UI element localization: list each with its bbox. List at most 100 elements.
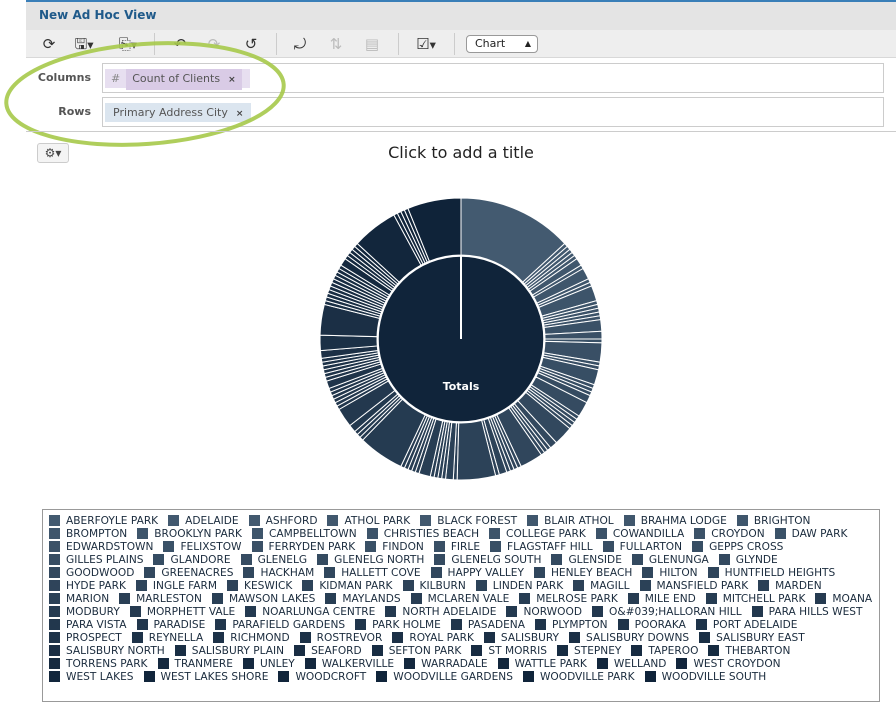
legend-item[interactable]: SALISBURY DOWNS xyxy=(569,631,689,644)
legend-item[interactable]: SALISBURY xyxy=(483,631,559,644)
legend-item[interactable]: BROMPTON xyxy=(49,527,127,540)
legend-item[interactable]: WELLAND xyxy=(596,657,666,670)
legend-item[interactable]: PORT ADELAIDE xyxy=(695,618,798,631)
legend-item[interactable]: ATHOL PARK xyxy=(327,514,410,527)
legend-item[interactable]: MAYLANDS xyxy=(325,592,401,605)
legend-item[interactable]: WEST LAKES SHORE xyxy=(143,670,268,683)
legend-item[interactable]: SEAFORD xyxy=(294,644,362,657)
legend-item[interactable]: FULLARTON xyxy=(602,540,682,553)
legend-item[interactable]: HYDE PARK xyxy=(49,579,126,592)
legend-item[interactable]: TORRENS PARK xyxy=(49,657,148,670)
legend-item[interactable]: WOODVILLE PARK xyxy=(522,670,635,683)
legend-item[interactable]: STEPNEY xyxy=(557,644,621,657)
legend-item[interactable]: GLENUNGA xyxy=(631,553,709,566)
legend-item[interactable]: HAPPY VALLEY xyxy=(430,566,524,579)
legend-item[interactable]: PLYMPTON xyxy=(534,618,608,631)
legend-item[interactable]: GILLES PLAINS xyxy=(49,553,143,566)
legend-item[interactable]: SALISBURY NORTH xyxy=(49,644,165,657)
legend-item[interactable]: REYNELLA xyxy=(131,631,203,644)
legend-item[interactable]: GLENSIDE xyxy=(551,553,622,566)
legend-item[interactable]: NOARLUNGA CENTRE xyxy=(245,605,375,618)
legend-item[interactable]: MORPHETT VALE xyxy=(129,605,235,618)
legend-item[interactable]: TRANMERE xyxy=(157,657,233,670)
legend-item[interactable]: WOODVILLE SOUTH xyxy=(644,670,766,683)
legend-item[interactable]: KILBURN xyxy=(402,579,466,592)
legend-item[interactable]: HENLEY BEACH xyxy=(533,566,632,579)
legend-item[interactable]: GLANDORE xyxy=(153,553,231,566)
legend-item[interactable]: TAPEROO xyxy=(631,644,698,657)
legend-item[interactable]: GREENACRES xyxy=(144,566,233,579)
legend-item[interactable]: GLENELG SOUTH xyxy=(434,553,541,566)
legend-item[interactable]: MOANA xyxy=(815,592,872,605)
legend-item[interactable]: CROYDON xyxy=(694,527,765,540)
legend-item[interactable]: FIRLE xyxy=(433,540,480,553)
legend-item[interactable]: CHRISTIES BEACH xyxy=(366,527,479,540)
legend-item[interactable]: BRAHMA LODGE xyxy=(623,514,727,527)
legend-item[interactable]: GLENELG xyxy=(240,553,307,566)
legend-item[interactable]: FINDON xyxy=(365,540,424,553)
legend-item[interactable]: FLAGSTAFF HILL xyxy=(490,540,593,553)
legend-item[interactable]: PARA HILLS WEST xyxy=(751,605,862,618)
legend-item[interactable]: FELIXSTOW xyxy=(163,540,242,553)
legend-item[interactable]: MARDEN xyxy=(758,579,822,592)
legend-item[interactable]: UNLEY xyxy=(242,657,295,670)
legend-item[interactable]: PARK HOLME xyxy=(355,618,441,631)
legend-item[interactable]: GOODWOOD xyxy=(49,566,134,579)
legend-item[interactable]: PASADENA xyxy=(450,618,525,631)
legend-item[interactable]: CAMPBELLTOWN xyxy=(252,527,357,540)
legend-item[interactable]: MAWSON LAKES xyxy=(211,592,315,605)
legend-item[interactable]: GLENELG NORTH xyxy=(317,553,424,566)
legend-item[interactable]: KIDMAN PARK xyxy=(302,579,393,592)
legend-item[interactable]: SALISBURY PLAIN xyxy=(174,644,284,657)
legend-item[interactable]: MODBURY xyxy=(49,605,120,618)
legend-item[interactable]: HUNTFIELD HEIGHTS xyxy=(707,566,835,579)
legend-item[interactable]: MARLESTON xyxy=(119,592,202,605)
legend-item[interactable]: MILE END xyxy=(627,592,696,605)
legend-item[interactable]: ROSTREVOR xyxy=(299,631,382,644)
legend-item[interactable]: WOODCROFT xyxy=(278,670,366,683)
legend-item[interactable]: PARADISE xyxy=(136,618,205,631)
legend-item[interactable]: NORTH ADELAIDE xyxy=(385,605,496,618)
legend-item[interactable]: ASHFORD xyxy=(248,514,317,527)
legend-item[interactable]: PARAFIELD GARDENS xyxy=(215,618,345,631)
legend-item[interactable]: BLAIR ATHOL xyxy=(527,514,614,527)
legend-item[interactable]: PARA VISTA xyxy=(49,618,127,631)
legend-item[interactable]: MITCHELL PARK xyxy=(705,592,805,605)
legend-item[interactable]: PROSPECT xyxy=(49,631,122,644)
legend-item[interactable]: WARRADALE xyxy=(404,657,488,670)
legend-item[interactable]: HILTON xyxy=(642,566,698,579)
legend-item[interactable]: ADELAIDE xyxy=(168,514,239,527)
legend-item[interactable]: FERRYDEN PARK xyxy=(251,540,355,553)
legend-item[interactable]: LINDEN PARK xyxy=(475,579,563,592)
legend-item[interactable]: MAGILL xyxy=(573,579,630,592)
legend-item[interactable]: MANSFIELD PARK xyxy=(639,579,748,592)
legend-item[interactable]: KESWICK xyxy=(227,579,292,592)
legend-item[interactable]: GLYNDE xyxy=(718,553,778,566)
legend-item[interactable]: MELROSE PARK xyxy=(519,592,618,605)
legend-item[interactable]: NORWOOD xyxy=(506,605,582,618)
legend-item[interactable]: MARION xyxy=(49,592,109,605)
legend-item[interactable]: HACKHAM xyxy=(243,566,314,579)
legend-item[interactable]: INGLE FARM xyxy=(135,579,217,592)
legend-item[interactable]: COWANDILLA xyxy=(595,527,684,540)
legend-item[interactable]: BLACK FOREST xyxy=(420,514,517,527)
legend-item[interactable]: HALLETT COVE xyxy=(324,566,421,579)
legend-item[interactable]: WOODVILLE GARDENS xyxy=(376,670,513,683)
legend-item[interactable]: BRIGHTON xyxy=(736,514,810,527)
legend-item[interactable]: WATTLE PARK xyxy=(497,657,587,670)
legend-item[interactable]: THEBARTON xyxy=(708,644,790,657)
legend-item[interactable]: POORAKA xyxy=(617,618,686,631)
legend-item[interactable]: COLLEGE PARK xyxy=(489,527,586,540)
legend-item[interactable]: BROOKLYN PARK xyxy=(137,527,242,540)
legend-item[interactable]: EDWARDSTOWN xyxy=(49,540,153,553)
legend-item[interactable]: WEST LAKES xyxy=(49,670,134,683)
legend-item[interactable]: SEFTON PARK xyxy=(371,644,461,657)
legend-item[interactable]: O&#039;HALLORAN HILL xyxy=(592,605,742,618)
legend-item[interactable]: SALISBURY EAST xyxy=(699,631,805,644)
legend-item[interactable]: ABERFOYLE PARK xyxy=(49,514,158,527)
legend-item[interactable]: DAW PARK xyxy=(774,527,847,540)
legend-item[interactable]: GEPPS CROSS xyxy=(692,540,783,553)
legend-item[interactable]: WALKERVILLE xyxy=(304,657,394,670)
legend-item[interactable]: MCLAREN VALE xyxy=(410,592,509,605)
legend-item[interactable]: RICHMOND xyxy=(213,631,290,644)
